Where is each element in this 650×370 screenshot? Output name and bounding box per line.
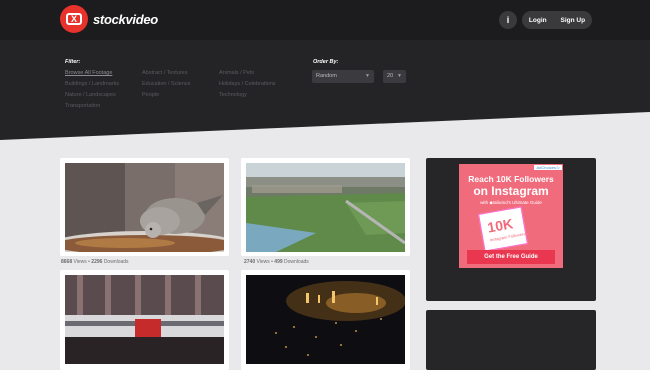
order-title: Order By: (313, 59, 339, 65)
logo-badge-icon: X (60, 5, 88, 33)
video-card-train[interactable] (60, 270, 229, 370)
video-card-aerial[interactable]: 2740 Views • 499 Downloads (241, 158, 410, 265)
ad-headline-2: on Instagram (473, 184, 549, 198)
view-count: 2740 (244, 259, 256, 265)
chevron-down-icon: ▼ (397, 73, 402, 79)
ad-subtitle: with ◆tailwind's Ultimate Guide (480, 200, 542, 205)
brand-name: stockvideo (93, 11, 158, 27)
video-card-bird[interactable]: 8668 Views • 2296 Downloads (60, 158, 229, 265)
ad-choices-label[interactable]: AdChoices ▷ (534, 165, 562, 170)
views-label: Views (73, 259, 87, 265)
filter-holidays-celebrations[interactable]: Holidays / Celebrations (219, 81, 276, 87)
sort-select[interactable]: Random ▼ (312, 70, 374, 83)
login-link[interactable]: Login (529, 17, 547, 24)
downloads-label: Downloads (284, 259, 309, 265)
video-card-city-night[interactable] (241, 270, 410, 370)
filter-title: Filter: (65, 59, 81, 65)
ad-headline: Reach 10K Followers (468, 174, 554, 184)
video-thumbnail-city-night[interactable] (246, 275, 405, 364)
filter-browse-all[interactable]: Browse All Footage (65, 70, 112, 76)
view-count: 8668 (61, 259, 73, 265)
video-thumbnail-aerial[interactable] (246, 163, 405, 252)
instagram-ad[interactable]: AdChoices ▷ Reach 10K Followers on Insta… (459, 164, 563, 268)
per-page-value: 20 (387, 73, 394, 79)
download-count: 2296 (91, 259, 103, 265)
brand-logo[interactable]: X stockvideo (60, 5, 158, 33)
ad-panel: AdChoices ▷ Reach 10K Followers on Insta… (426, 158, 596, 301)
filter-buildings-landmarks[interactable]: Buildings / Landmarks (65, 81, 119, 87)
video-stats: 2740 Views • 499 Downloads (244, 259, 309, 265)
ad-panel-2 (426, 310, 596, 370)
chevron-down-icon: ▼ (365, 73, 370, 79)
download-count: 499 (274, 259, 283, 265)
video-stats: 8668 Views • 2296 Downloads (61, 259, 129, 265)
video-thumbnail-bird[interactable] (65, 163, 224, 252)
downloads-label: Downloads (103, 259, 129, 265)
filter-nature-landscapes[interactable]: Nature / Landscapes (65, 92, 116, 98)
sort-select-value: Random (316, 73, 337, 79)
ad-guide-cover: 10K Instagram Followers (478, 206, 528, 252)
signup-link[interactable]: Sign Up (560, 17, 585, 24)
ad-card-number: 10K (486, 215, 515, 236)
per-page-select[interactable]: 20 ▼ (383, 70, 406, 83)
filter-abstract-textures[interactable]: Abstract / Textures (142, 70, 187, 76)
filter-animals-pets[interactable]: Animals / Pets (219, 70, 254, 76)
filter-technology[interactable]: Technology (219, 92, 247, 98)
filter-people[interactable]: People (142, 92, 159, 98)
info-icon[interactable]: i (499, 11, 517, 29)
video-thumbnail-train[interactable] (65, 275, 224, 364)
filter-panel (0, 40, 650, 140)
views-label: Views (256, 259, 270, 265)
filter-education-science[interactable]: Education / Science (142, 81, 191, 87)
auth-pill: Login Sign Up (522, 11, 592, 29)
filter-transportation[interactable]: Transportation (65, 103, 100, 109)
ad-cta-button[interactable]: Get the Free Guide (467, 250, 555, 264)
